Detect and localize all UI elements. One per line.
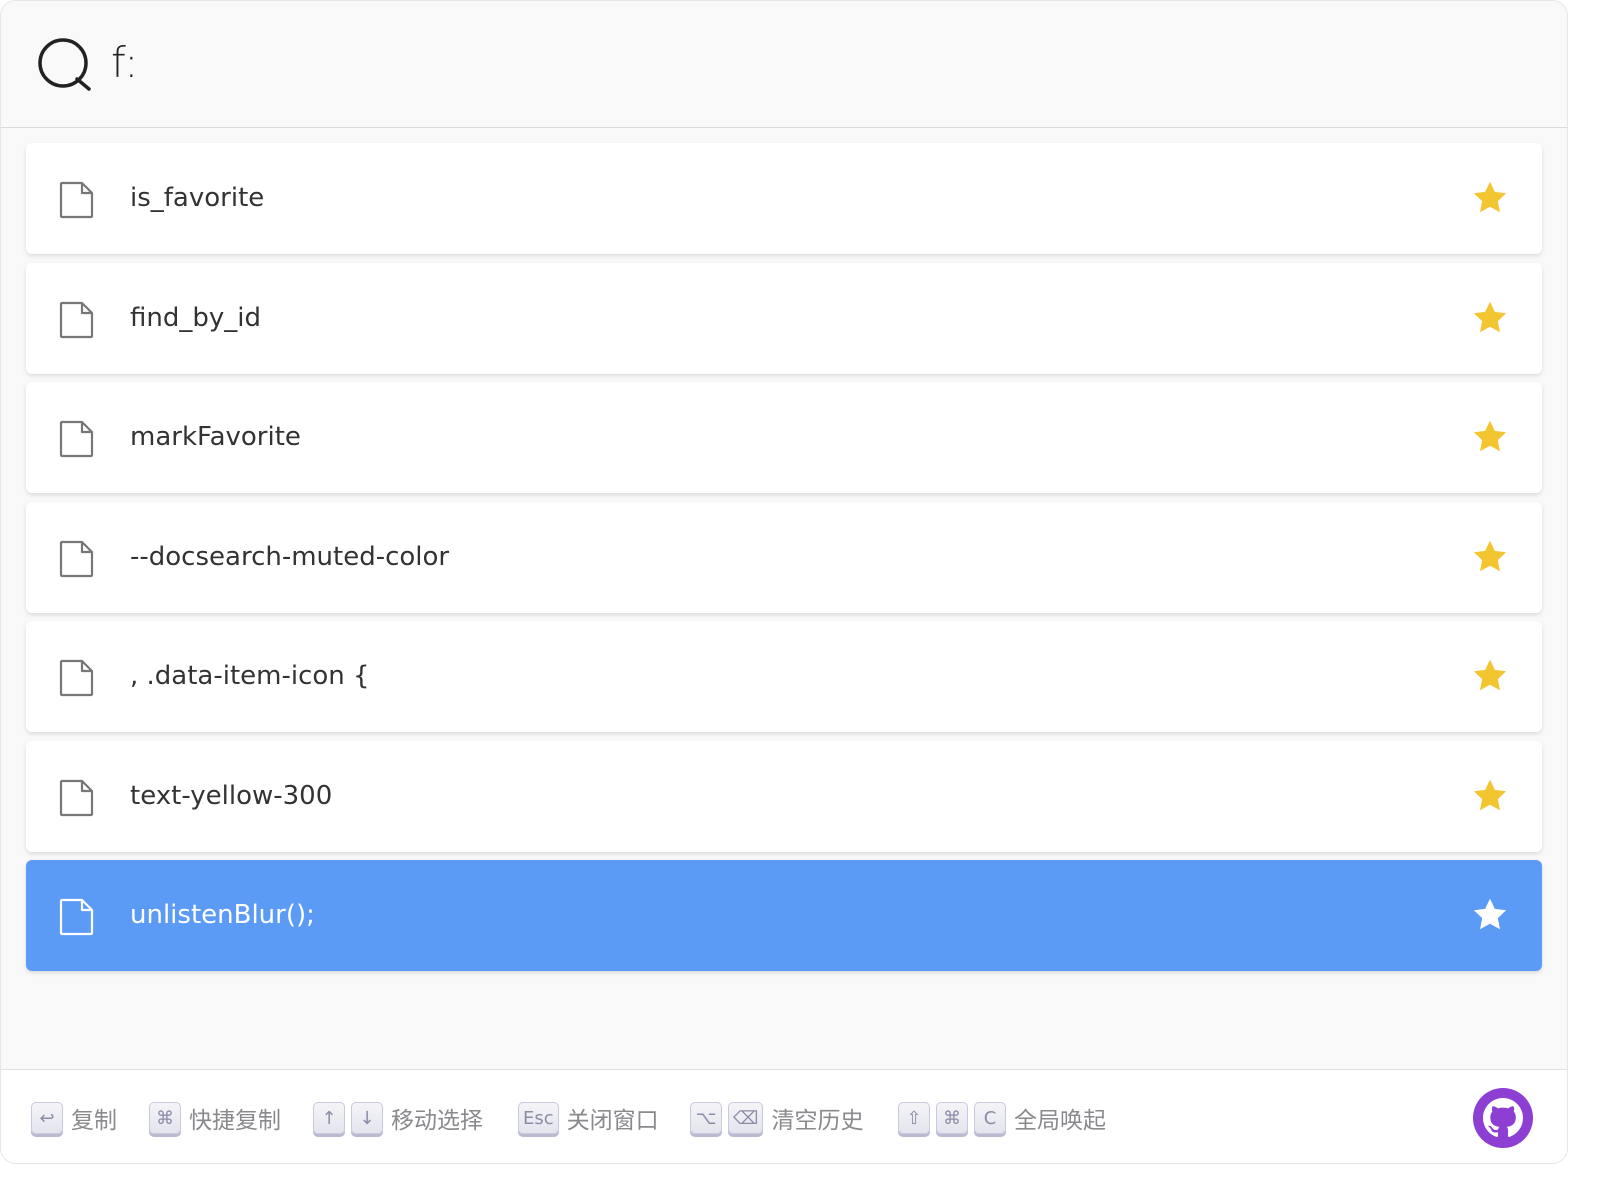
shortcut-label: 清空历史: [771, 1108, 864, 1134]
result-label: , .data-item-icon {: [130, 661, 370, 691]
arrow-down-key-icon: ↓: [351, 1102, 383, 1134]
command-key-icon: ⌘: [936, 1102, 968, 1134]
search-bar[interactable]: f:: [1, 1, 1567, 128]
results-list: is_favorite find_by_id markFavorite --do…: [26, 143, 1542, 980]
c-key-icon: C: [974, 1102, 1006, 1134]
arrow-up-key-icon: ↑: [313, 1102, 345, 1134]
search-icon: [38, 38, 91, 91]
shortcut-clear-history: ⌥ ⌫ 清空历史: [690, 1098, 863, 1138]
shift-key-icon: ⇧: [898, 1102, 930, 1134]
result-label: unlistenBlur();: [130, 900, 315, 930]
shortcut-label: 快捷复制: [189, 1108, 281, 1134]
github-icon: [1483, 1098, 1523, 1138]
shortcut-label: 关闭窗口: [566, 1108, 659, 1134]
star-icon[interactable]: [1471, 778, 1509, 814]
result-label: is_favorite: [130, 183, 265, 213]
file-icon: [59, 540, 94, 577]
shortcut-footer: ↩ 复制 ⌘ 快捷复制 ↑ ↓ 移动选择 Esc 关闭窗口 ⌥ ⌫ 清空历史 ⇧…: [1, 1069, 1567, 1163]
result-label: --docsearch-muted-color: [130, 541, 450, 572]
shortcut-copy: ↩ 复制: [31, 1098, 117, 1138]
star-icon[interactable]: [1471, 300, 1509, 336]
result-row-selected[interactable]: unlistenBlur();: [26, 860, 1542, 971]
file-icon: [59, 659, 94, 697]
result-row[interactable]: markFavorite: [26, 382, 1542, 493]
star-icon[interactable]: [1471, 658, 1509, 694]
github-button[interactable]: [1473, 1088, 1533, 1148]
return-key-icon: ↩: [31, 1102, 63, 1134]
command-key-icon: ⌘: [149, 1102, 181, 1134]
option-key-icon: ⌥: [690, 1102, 722, 1134]
result-row[interactable]: is_favorite: [26, 143, 1542, 254]
result-label: text-yellow-300: [130, 780, 333, 811]
file-icon: [59, 301, 94, 338]
file-icon: [59, 420, 94, 458]
shortcut-global-invoke: ⇧ ⌘ C 全局唤起: [898, 1098, 1106, 1138]
star-icon[interactable]: [1471, 539, 1509, 575]
star-icon[interactable]: [1471, 897, 1509, 933]
delete-key-icon: ⌫: [728, 1102, 764, 1134]
star-icon[interactable]: [1471, 419, 1509, 455]
result-row[interactable]: , .data-item-icon {: [26, 621, 1542, 732]
search-input[interactable]: f:: [111, 35, 138, 91]
result-label: find_by_id: [130, 302, 261, 333]
shortcut-close-window: Esc 关闭窗口: [518, 1098, 659, 1138]
file-icon: [59, 898, 94, 936]
file-icon: [59, 779, 94, 816]
result-row[interactable]: find_by_id: [26, 262, 1542, 374]
star-icon[interactable]: [1471, 180, 1509, 216]
clipboard-window: f: is_favorite find_by_id markFavorite -…: [0, 0, 1568, 1164]
result-row[interactable]: --docsearch-muted-color: [26, 501, 1542, 613]
shortcut-label: 复制: [71, 1108, 117, 1134]
shortcut-label: 全局唤起: [1014, 1108, 1106, 1134]
result-row[interactable]: text-yellow-300: [26, 740, 1542, 852]
file-icon: [59, 181, 94, 219]
result-label: markFavorite: [130, 422, 301, 452]
escape-key-icon: Esc: [518, 1102, 559, 1134]
shortcut-label: 移动选择: [391, 1108, 483, 1134]
shortcut-quick-copy: ⌘ 快捷复制: [149, 1098, 281, 1138]
shortcut-move-selection: ↑ ↓ 移动选择: [313, 1098, 483, 1138]
